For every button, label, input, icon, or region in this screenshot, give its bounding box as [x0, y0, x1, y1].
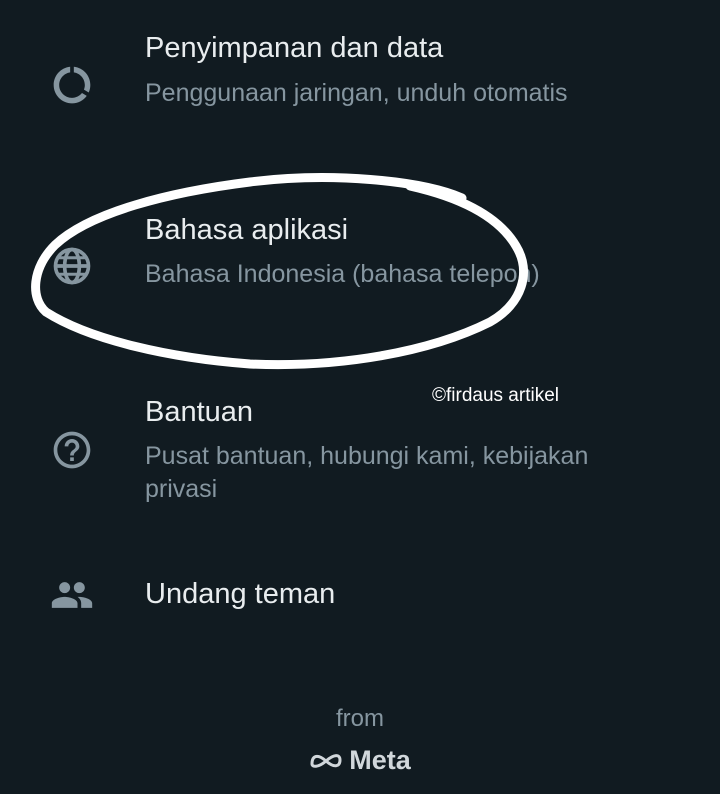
help-icon: [53, 431, 91, 469]
footer-from-label: from: [336, 705, 384, 732]
data-usage-icon: [53, 66, 91, 104]
footer-brand: Meta: [0, 745, 720, 776]
settings-item-app-language[interactable]: Bahasa aplikasi Bahasa Indonesia (bahasa…: [0, 180, 720, 340]
storage-data-subtitle: Penggunaan jaringan, unduh otomatis: [145, 79, 568, 107]
settings-item-help[interactable]: Bantuan Pusat bantuan, hubungi kami, keb…: [0, 380, 720, 520]
globe-icon: [53, 247, 91, 285]
app-language-subtitle: Bahasa Indonesia (bahasa telepon): [145, 260, 540, 288]
invite-friends-title: Undang teman: [145, 578, 336, 610]
help-subtitle: Pusat bantuan, hubungi kami, kebijakan p…: [145, 442, 589, 503]
meta-logo-icon: [310, 753, 342, 768]
settings-item-invite-friends[interactable]: Undang teman: [0, 560, 720, 640]
invite-friends-icon: [51, 582, 93, 608]
footer-brand-name: Meta: [349, 745, 411, 775]
settings-item-storage-data[interactable]: Penyimpanan dan data Penggunaan jaringan…: [0, 0, 720, 150]
storage-data-title: Penyimpanan dan data: [145, 32, 444, 64]
app-language-title: Bahasa aplikasi: [145, 214, 349, 246]
help-title: Bantuan: [145, 396, 254, 428]
